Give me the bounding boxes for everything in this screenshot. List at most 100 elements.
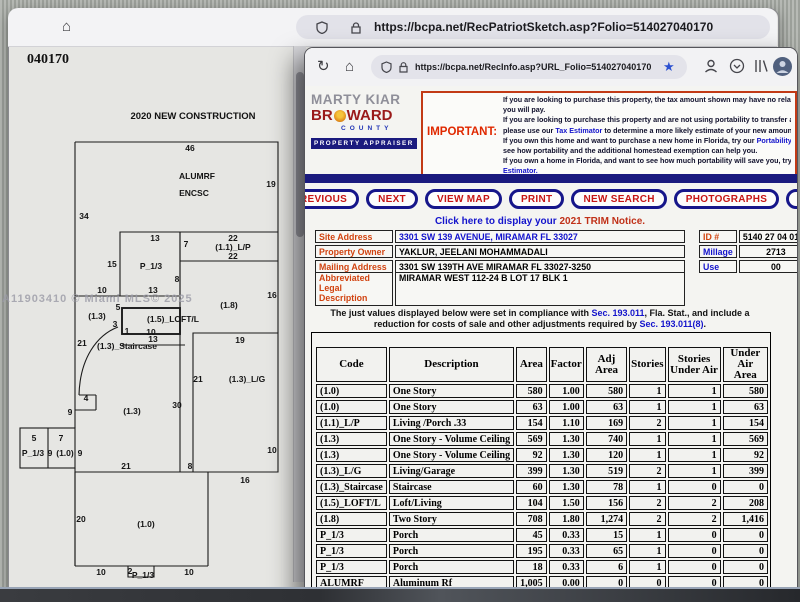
bookmark-star-icon[interactable]: ★: [663, 58, 675, 76]
svg-text:7: 7: [184, 239, 189, 249]
trim-notice-link[interactable]: Click here to display your: [435, 216, 557, 227]
url-bar[interactable]: https://bcpa.net/RecPatriotSketch.asp?Fo…: [296, 15, 770, 39]
shield-icon[interactable]: [381, 61, 392, 73]
legal-value: MIRAMAR WEST 112-24 B LOT 17 BLK 1: [395, 272, 685, 306]
inline-link[interactable]: Tax Estimator: [555, 126, 602, 135]
text-line: you will pay.: [503, 105, 791, 115]
library-icon[interactable]: [753, 58, 769, 74]
table-cell: 154: [723, 416, 768, 430]
table-cell: 0: [668, 544, 721, 558]
foreground-window-toolbar: ↻ ⌂ https://bcpa.net/RecInfo.asp?URL_Fol…: [305, 48, 797, 87]
column-header: Stories: [629, 347, 665, 382]
county-seal-icon: [334, 110, 346, 122]
table-cell: 0.33: [549, 528, 584, 542]
table-cell: 2: [629, 496, 665, 510]
table-cell: 45: [516, 528, 547, 542]
svg-text:10: 10: [184, 567, 194, 577]
table-cell: 2: [629, 512, 665, 526]
url-text[interactable]: https://bcpa.net/RecInfo.asp?URL_Folio=5…: [415, 55, 651, 79]
inline-link[interactable]: Sec. 193.011: [591, 308, 644, 318]
table-cell: 1: [668, 448, 721, 462]
home-icon[interactable]: ⌂: [62, 18, 71, 36]
nav-button-print[interactable]: PRINT: [509, 189, 565, 209]
svg-text:(1.3): (1.3): [123, 406, 141, 416]
url-bar[interactable]: https://bcpa.net/RecInfo.asp?URL_Folio=5…: [371, 55, 687, 79]
svg-text:34: 34: [79, 211, 89, 221]
column-header: Description: [389, 347, 514, 382]
svg-text:20: 20: [76, 514, 86, 524]
nav-button-photographs[interactable]: PHOTOGRAPHS: [674, 189, 779, 209]
page-content: MARTY KIAR BRWARD COUNTY PROPERTY APPRAI…: [305, 86, 797, 601]
pocket-icon[interactable]: [729, 58, 745, 74]
text-segment: If you own this home and want to purchas…: [503, 136, 757, 145]
table-cell: Staircase: [389, 480, 514, 494]
table-cell: 1.30: [549, 448, 584, 462]
home-icon[interactable]: ⌂: [345, 58, 354, 76]
svg-text:21: 21: [77, 338, 87, 348]
table-cell: Loft/Living: [389, 496, 514, 510]
header-divider-bar: [305, 174, 797, 183]
svg-text:16: 16: [267, 290, 277, 300]
logo-marty-kiar: MARTY KIAR: [311, 92, 423, 107]
nav-button-next[interactable]: NEXT: [366, 189, 418, 209]
table-cell: 2: [629, 416, 665, 430]
shield-icon[interactable]: [316, 21, 328, 34]
table-cell: 0.33: [549, 544, 584, 558]
mls-watermark: A11903410 © Miami MLS© 2025: [2, 293, 193, 305]
url-text[interactable]: https://bcpa.net/RecPatriotSketch.asp?Fo…: [374, 15, 713, 39]
table-cell: 63: [586, 400, 627, 414]
table-cell: (1.1)_L/P: [316, 416, 387, 430]
profile-avatar[interactable]: [773, 57, 792, 76]
inline-link[interactable]: Sec. 193.011(8): [639, 319, 703, 329]
nav-button-view-map[interactable]: VIEW MAP: [425, 189, 502, 209]
table-cell: 0: [723, 480, 768, 494]
building-area-section: CodeDescriptionAreaFactorAdj AreaStories…: [311, 332, 771, 596]
info-value-link[interactable]: 3301 SW 139 AVENUE, MIRAMAR FL 33027: [395, 230, 685, 243]
svg-text:(1.0): (1.0): [137, 519, 155, 529]
nav-button-bcpa-home[interactable]: BCPA HOME: [786, 189, 797, 209]
table-cell: 580: [586, 384, 627, 398]
table-cell: 1: [629, 480, 665, 494]
logo-county: COUNTY: [341, 125, 423, 132]
svg-text:(1.3)_Staircase: (1.3)_Staircase: [97, 341, 157, 351]
table-cell: 1: [629, 432, 665, 446]
table-cell: 6: [586, 560, 627, 574]
logo-broward: BRWARD: [311, 107, 423, 124]
svg-text:19: 19: [266, 179, 276, 189]
nav-button-previous[interactable]: PREVIOUS: [305, 189, 359, 209]
svg-text:13: 13: [150, 233, 160, 243]
table-cell: One Story: [389, 400, 514, 414]
table-cell: 399: [516, 464, 547, 478]
reload-icon[interactable]: ↻: [317, 58, 330, 76]
table-cell: 1.30: [549, 432, 584, 446]
table-cell: 569: [723, 432, 768, 446]
table-cell: 0: [668, 560, 721, 574]
inline-link[interactable]: Portability Estim: [757, 136, 791, 145]
nav-button-new-search[interactable]: NEW SEARCH: [571, 189, 666, 209]
table-cell: P_1/3: [316, 528, 387, 542]
table-cell: 0: [723, 560, 768, 574]
info-value: YAKLUR, JEELANI MOHAMMADALI: [395, 245, 685, 258]
table-cell: 78: [586, 480, 627, 494]
svg-text:46: 46: [185, 143, 195, 153]
text-segment: .: [704, 319, 707, 329]
svg-text:(1.5)_LOFT/L: (1.5)_LOFT/L: [147, 314, 199, 324]
table-cell: (1.3)_Staircase: [316, 480, 387, 494]
table-cell: 1: [629, 528, 665, 542]
table-cell: 63: [723, 400, 768, 414]
lock-icon[interactable]: [350, 21, 362, 34]
table-cell: 0: [723, 544, 768, 558]
foreground-browser-window: ↻ ⌂ https://bcpa.net/RecInfo.asp?URL_Fol…: [304, 47, 798, 602]
svg-text:19: 19: [235, 335, 245, 345]
lock-icon[interactable]: [398, 61, 409, 73]
account-icon[interactable]: [703, 58, 719, 74]
scrollbar-thumb[interactable]: [296, 72, 304, 237]
table-cell: 92: [723, 448, 768, 462]
text-line: reduction for costs of sale and other ad…: [305, 319, 775, 330]
svg-text:5: 5: [32, 433, 37, 443]
table-cell: 519: [586, 464, 627, 478]
logo-property-appraiser: PROPERTY APPRAISER: [311, 138, 417, 149]
important-label: IMPORTANT:: [427, 126, 503, 138]
nav-button-row: PREVIOUS NEXT VIEW MAP PRINT NEW SEARCH PHOTO…: [305, 189, 797, 209]
table-cell: 1.10: [549, 416, 584, 430]
